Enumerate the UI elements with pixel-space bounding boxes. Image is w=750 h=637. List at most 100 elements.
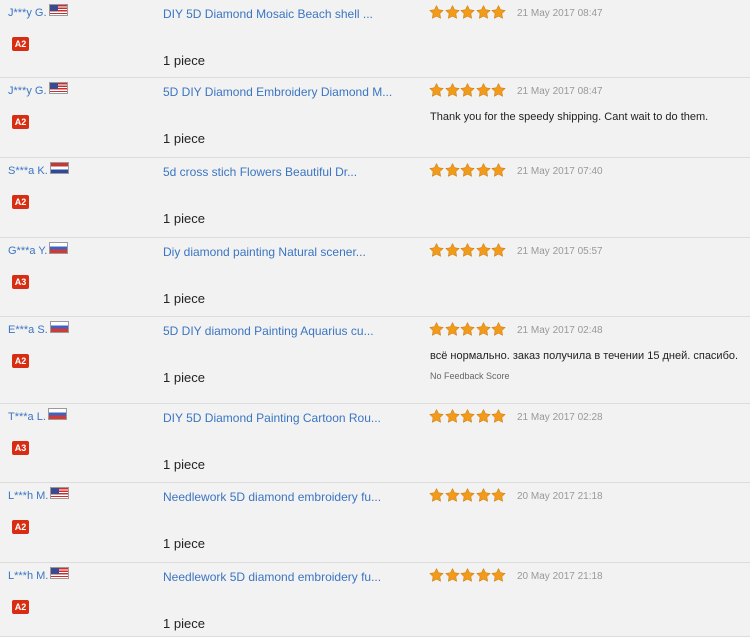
review-date: 20 May 2017 21:18 <box>517 571 603 582</box>
quantity: 1 piece <box>163 616 205 631</box>
feedback-list: J***y G. A2 DIY 5D Diamond Mosaic Beach … <box>0 0 750 637</box>
feedback-row: J***y G. A2 DIY 5D Diamond Mosaic Beach … <box>0 0 750 78</box>
star-icon <box>475 83 491 97</box>
buyer-level-badge: A2 <box>12 600 29 614</box>
product-link[interactable]: DIY 5D Diamond Mosaic Beach shell ... <box>163 7 373 21</box>
review-date: 21 May 2017 05:57 <box>517 246 603 257</box>
star-icon <box>491 322 506 336</box>
buyer-level-badge: A2 <box>12 520 29 534</box>
star-icon <box>491 568 506 582</box>
star-icon <box>475 409 491 423</box>
country-flag-icon <box>50 487 69 499</box>
star-rating <box>429 163 507 177</box>
star-icon <box>460 409 475 423</box>
product-link[interactable]: Diy diamond painting Natural scener... <box>163 245 366 259</box>
review-date: 21 May 2017 02:48 <box>517 325 603 336</box>
quantity: 1 piece <box>163 291 205 306</box>
star-icon <box>444 243 460 257</box>
review-date: 21 May 2017 08:47 <box>517 86 603 97</box>
star-icon <box>475 488 491 502</box>
buyer-name: G***a Y. <box>8 245 48 257</box>
country-flag-icon <box>48 408 67 420</box>
star-icon <box>460 163 475 177</box>
review-date: 21 May 2017 08:47 <box>517 8 603 19</box>
buyer-name: E***a S. <box>8 324 48 336</box>
buyer-name: J***y G. <box>8 7 47 19</box>
product-link[interactable]: 5D DIY diamond Painting Aquarius cu... <box>163 324 374 338</box>
star-icon <box>460 488 475 502</box>
buyer-level-badge: A2 <box>12 354 29 368</box>
buyer-level-badge: A2 <box>12 37 29 51</box>
star-icon <box>444 568 460 582</box>
star-icon <box>475 322 491 336</box>
buyer-level-badge: A2 <box>12 115 29 129</box>
star-icon <box>444 163 460 177</box>
quantity: 1 piece <box>163 536 205 551</box>
review-date: 20 May 2017 21:18 <box>517 491 603 502</box>
product-link[interactable]: 5d cross stich Flowers Beautiful Dr... <box>163 165 357 179</box>
country-flag-icon <box>49 82 68 94</box>
review-comment: всё нормально. заказ получила в течении … <box>430 350 739 362</box>
star-rating <box>429 243 507 257</box>
star-icon <box>460 568 475 582</box>
star-icon <box>444 322 460 336</box>
product-link[interactable]: 5D DIY Diamond Embroidery Diamond M... <box>163 85 392 99</box>
feedback-row: S***a K. A2 5d cross stich Flowers Beaut… <box>0 158 750 238</box>
feedback-row: T***a L. A3 DIY 5D Diamond Painting Cart… <box>0 404 750 483</box>
feedback-row: L***h M. A2 Needlework 5D diamond embroi… <box>0 563 750 637</box>
star-icon <box>475 568 491 582</box>
country-flag-icon <box>50 321 69 333</box>
quantity: 1 piece <box>163 457 205 472</box>
feedback-row: G***a Y. A3 Diy diamond painting Natural… <box>0 238 750 317</box>
star-icon <box>491 243 506 257</box>
star-icon <box>460 322 475 336</box>
star-rating <box>429 322 507 336</box>
star-icon <box>444 409 460 423</box>
buyer-name: J***y G. <box>8 85 47 97</box>
star-rating <box>429 488 507 502</box>
country-flag-icon <box>49 4 68 16</box>
star-icon <box>444 83 460 97</box>
product-link[interactable]: Needlework 5D diamond embroidery fu... <box>163 490 381 504</box>
star-icon <box>429 243 444 257</box>
buyer-level-badge: A3 <box>12 275 29 289</box>
star-icon <box>429 322 444 336</box>
quantity: 1 piece <box>163 211 205 226</box>
star-icon <box>429 409 444 423</box>
star-icon <box>429 5 444 19</box>
quantity: 1 piece <box>163 370 205 385</box>
buyer-name: S***a K. <box>8 165 48 177</box>
star-icon <box>429 163 444 177</box>
feedback-row: J***y G. A2 5D DIY Diamond Embroidery Di… <box>0 78 750 158</box>
star-rating <box>429 568 507 582</box>
quantity: 1 piece <box>163 131 205 146</box>
star-rating <box>429 83 507 97</box>
star-icon <box>429 488 444 502</box>
star-icon <box>460 83 475 97</box>
product-link[interactable]: DIY 5D Diamond Painting Cartoon Rou... <box>163 411 381 425</box>
review-date: 21 May 2017 07:40 <box>517 166 603 177</box>
buyer-name: T***a L. <box>8 411 46 423</box>
quantity: 1 piece <box>163 53 205 68</box>
star-icon <box>491 488 506 502</box>
product-link[interactable]: Needlework 5D diamond embroidery fu... <box>163 570 381 584</box>
feedback-row: L***h M. A2 Needlework 5D diamond embroi… <box>0 483 750 563</box>
feedback-score-note: No Feedback Score <box>430 371 510 381</box>
star-icon <box>460 243 475 257</box>
buyer-level-badge: A3 <box>12 441 29 455</box>
review-comment: Thank you for the speedy shipping. Cant … <box>430 111 709 123</box>
buyer-level-badge: A2 <box>12 195 29 209</box>
star-icon <box>460 5 475 19</box>
star-icon <box>491 409 506 423</box>
star-icon <box>429 568 444 582</box>
feedback-row: E***a S. A2 5D DIY diamond Painting Aqua… <box>0 317 750 404</box>
star-icon <box>444 488 460 502</box>
star-icon <box>491 5 506 19</box>
star-rating <box>429 409 507 423</box>
star-icon <box>429 83 444 97</box>
star-icon <box>475 243 491 257</box>
star-icon <box>475 5 491 19</box>
star-icon <box>491 163 506 177</box>
buyer-name: L***h M. <box>8 490 49 502</box>
country-flag-icon <box>50 162 69 174</box>
